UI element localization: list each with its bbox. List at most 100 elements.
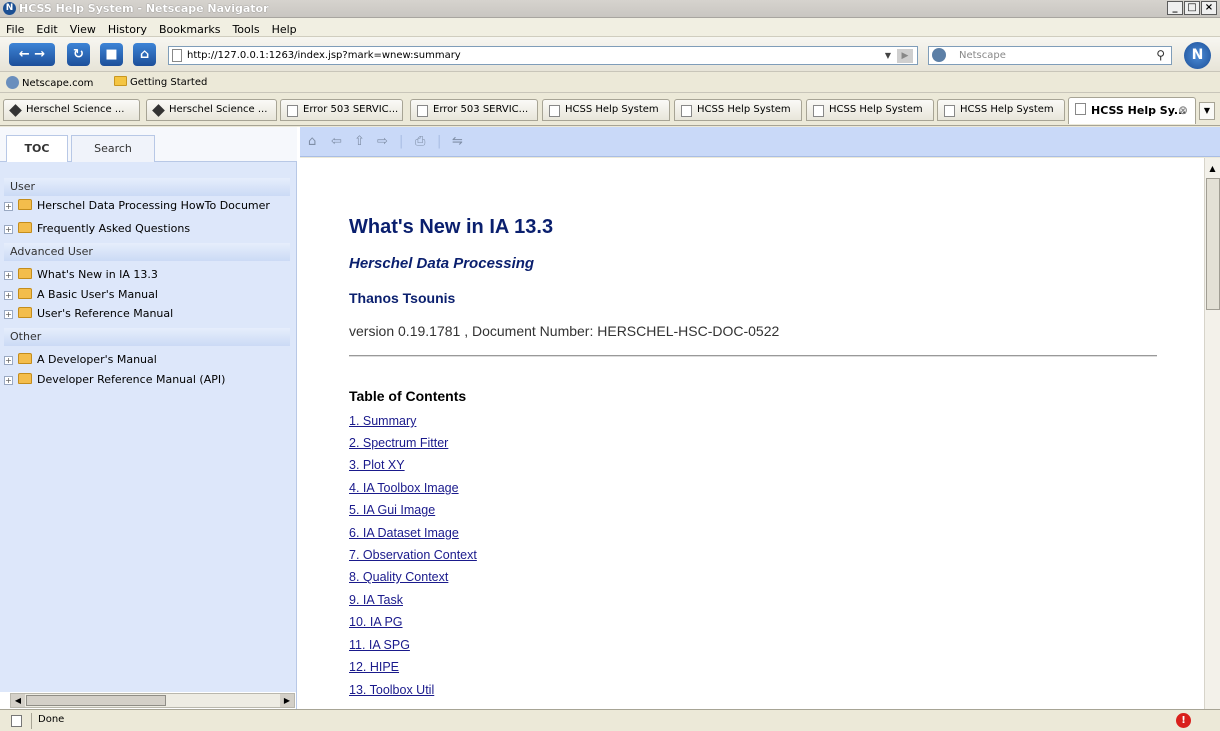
toc-tree: User + Herschel Data Processing HowTo Doc… (0, 162, 296, 692)
content-toolbar: ⌂ ⇦ ⇧ ⇨ | ⎙ | ⇋ (300, 127, 1220, 157)
url-input[interactable]: http://127.0.0.1:1263/index.jsp?mark=wne… (168, 46, 918, 65)
toc-item[interactable]: + Developer Reference Manual (API) (4, 372, 225, 388)
toc-item[interactable]: + Frequently Asked Questions (4, 221, 190, 237)
document-content: What's New in IA 13.3 Herschel Data Proc… (300, 158, 1204, 709)
expand-icon[interactable]: + (4, 202, 13, 211)
up-icon[interactable]: ⇧ (354, 134, 365, 149)
document-version: version 0.19.1781 , Document Number: HER… (349, 323, 780, 339)
tab-toc[interactable]: TOC (6, 135, 68, 163)
expand-icon[interactable]: + (4, 291, 13, 300)
home-icon[interactable]: ⌂ (133, 43, 156, 66)
expand-icon[interactable]: + (4, 225, 13, 234)
toc-link[interactable]: 7. Observation Context (349, 548, 477, 562)
toc-item[interactable]: + A Developer's Manual (4, 352, 157, 368)
toc-pane: TOC Search User + Herschel Data Processin… (0, 127, 297, 709)
toc-link[interactable]: 13. Toolbox Util (349, 683, 434, 697)
tab-search[interactable]: Search (71, 135, 155, 162)
toc-item[interactable]: + Herschel Data Processing HowTo Documer (4, 198, 270, 214)
alert-icon[interactable]: ! (1176, 713, 1191, 728)
page-icon (813, 105, 824, 117)
toc-link[interactable]: 10. IA PG (349, 615, 403, 629)
globe-icon (6, 76, 19, 89)
document-title: What's New in IA 13.3 (349, 216, 554, 238)
minimize-button[interactable]: _ (1167, 1, 1183, 15)
toc-link[interactable]: 2. Spectrum Fitter (349, 436, 448, 450)
expand-icon[interactable]: + (4, 271, 13, 280)
vertical-scrollbar[interactable]: ▲ (1204, 158, 1220, 709)
toc-item[interactable]: + A Basic User's Manual (4, 287, 158, 303)
scroll-right-icon[interactable]: ▶ (280, 694, 294, 707)
toc-item[interactable]: + What's New in IA 13.3 (4, 267, 158, 283)
bookmark-getting-started[interactable]: Getting Started (114, 76, 207, 90)
forward-icon[interactable]: ⇨ (377, 134, 388, 149)
book-icon (18, 268, 32, 279)
netscape-app-icon: N (3, 2, 16, 15)
tab-list-button[interactable]: ▼ (1199, 102, 1215, 120)
scroll-up-icon[interactable]: ▲ (1205, 164, 1220, 178)
reload-icon[interactable]: ↻ (67, 43, 90, 66)
back-forward-button[interactable]: ← → (9, 43, 55, 66)
book-icon (18, 288, 32, 299)
toc-item[interactable]: + User's Reference Manual (4, 306, 173, 322)
title-bar: N HCSS Help System - Netscape Navigator … (0, 0, 1220, 18)
book-icon (18, 373, 32, 384)
scroll-thumb[interactable] (26, 695, 166, 706)
tab-active[interactable]: HCSS Help Sy... ⊗ (1068, 97, 1196, 124)
expand-icon[interactable]: + (4, 310, 13, 319)
toc-link[interactable]: 1. Summary (349, 414, 416, 428)
divider (349, 355, 1157, 357)
tab-2[interactable]: Herschel Science ... (146, 99, 277, 121)
search-engine-icon[interactable] (932, 48, 946, 62)
scroll-left-icon[interactable]: ◀ (11, 694, 25, 707)
close-tab-icon[interactable]: ⊗ (1178, 98, 1188, 123)
tab-5[interactable]: HCSS Help System (542, 99, 670, 121)
toc-link[interactable]: 9. IA Task (349, 593, 403, 607)
section-advanced-user: Advanced User (4, 243, 290, 261)
navigation-toolbar: ← → ↻ ■ ⌂ http://127.0.0.1:1263/index.js… (0, 37, 1220, 72)
horizontal-scrollbar[interactable]: ◀ ▶ (10, 693, 295, 708)
tab-4[interactable]: Error 503 SERVIC... (410, 99, 538, 121)
book-icon (18, 222, 32, 233)
search-input[interactable]: Netscape ⚲ (928, 46, 1172, 65)
diamond-icon (152, 104, 165, 117)
go-icon[interactable]: ▶ (897, 49, 913, 63)
maximize-button[interactable]: □ (1184, 1, 1200, 15)
section-other: Other (4, 328, 290, 346)
toc-link[interactable]: 8. Quality Context (349, 570, 448, 584)
tab-8[interactable]: HCSS Help System (937, 99, 1065, 121)
tab-1[interactable]: Herschel Science ... (3, 99, 140, 121)
document-subtitle: Herschel Data Processing (349, 255, 535, 272)
home-icon[interactable]: ⌂ (308, 134, 316, 149)
toc-link[interactable]: 3. Plot XY (349, 458, 405, 472)
bookmark-netscape[interactable]: Netscape.com (6, 76, 93, 91)
close-button[interactable]: × (1201, 1, 1217, 15)
tab-3[interactable]: Error 503 SERVIC... (280, 99, 403, 121)
tab-6[interactable]: HCSS Help System (674, 99, 802, 121)
tab-7[interactable]: HCSS Help System (806, 99, 934, 121)
url-dropdown-icon[interactable]: ▼ (885, 47, 891, 64)
netscape-logo-icon: N (1184, 42, 1211, 69)
print-icon[interactable]: ⎙ (415, 134, 425, 149)
toc-link[interactable]: 11. IA SPG (349, 638, 410, 652)
search-icon[interactable]: ⚲ (1156, 47, 1165, 64)
sync-toc-icon[interactable]: ⇋ (452, 134, 463, 149)
page-icon (944, 105, 955, 117)
toc-link[interactable]: 4. IA Toolbox Image (349, 481, 459, 495)
stop-icon[interactable]: ■ (100, 43, 123, 66)
scroll-thumb[interactable] (1206, 178, 1220, 310)
page-icon (1075, 103, 1086, 115)
back-icon[interactable]: ⇦ (331, 134, 342, 149)
page-icon (172, 49, 182, 62)
url-text: http://127.0.0.1:1263/index.jsp?mark=wne… (187, 50, 461, 61)
toc-link[interactable]: 6. IA Dataset Image (349, 526, 459, 540)
page-icon (287, 105, 298, 117)
toc-link[interactable]: 5. IA Gui Image (349, 503, 435, 517)
expand-icon[interactable]: + (4, 356, 13, 365)
book-icon (18, 307, 32, 318)
menu-bar: File Edit View History Bookmarks Tools Help (0, 18, 1220, 37)
expand-icon[interactable]: + (4, 376, 13, 385)
diamond-icon (9, 104, 22, 117)
pane-tabs: TOC Search (0, 127, 297, 163)
book-icon (18, 199, 32, 210)
toc-link[interactable]: 12. HIPE (349, 660, 399, 674)
